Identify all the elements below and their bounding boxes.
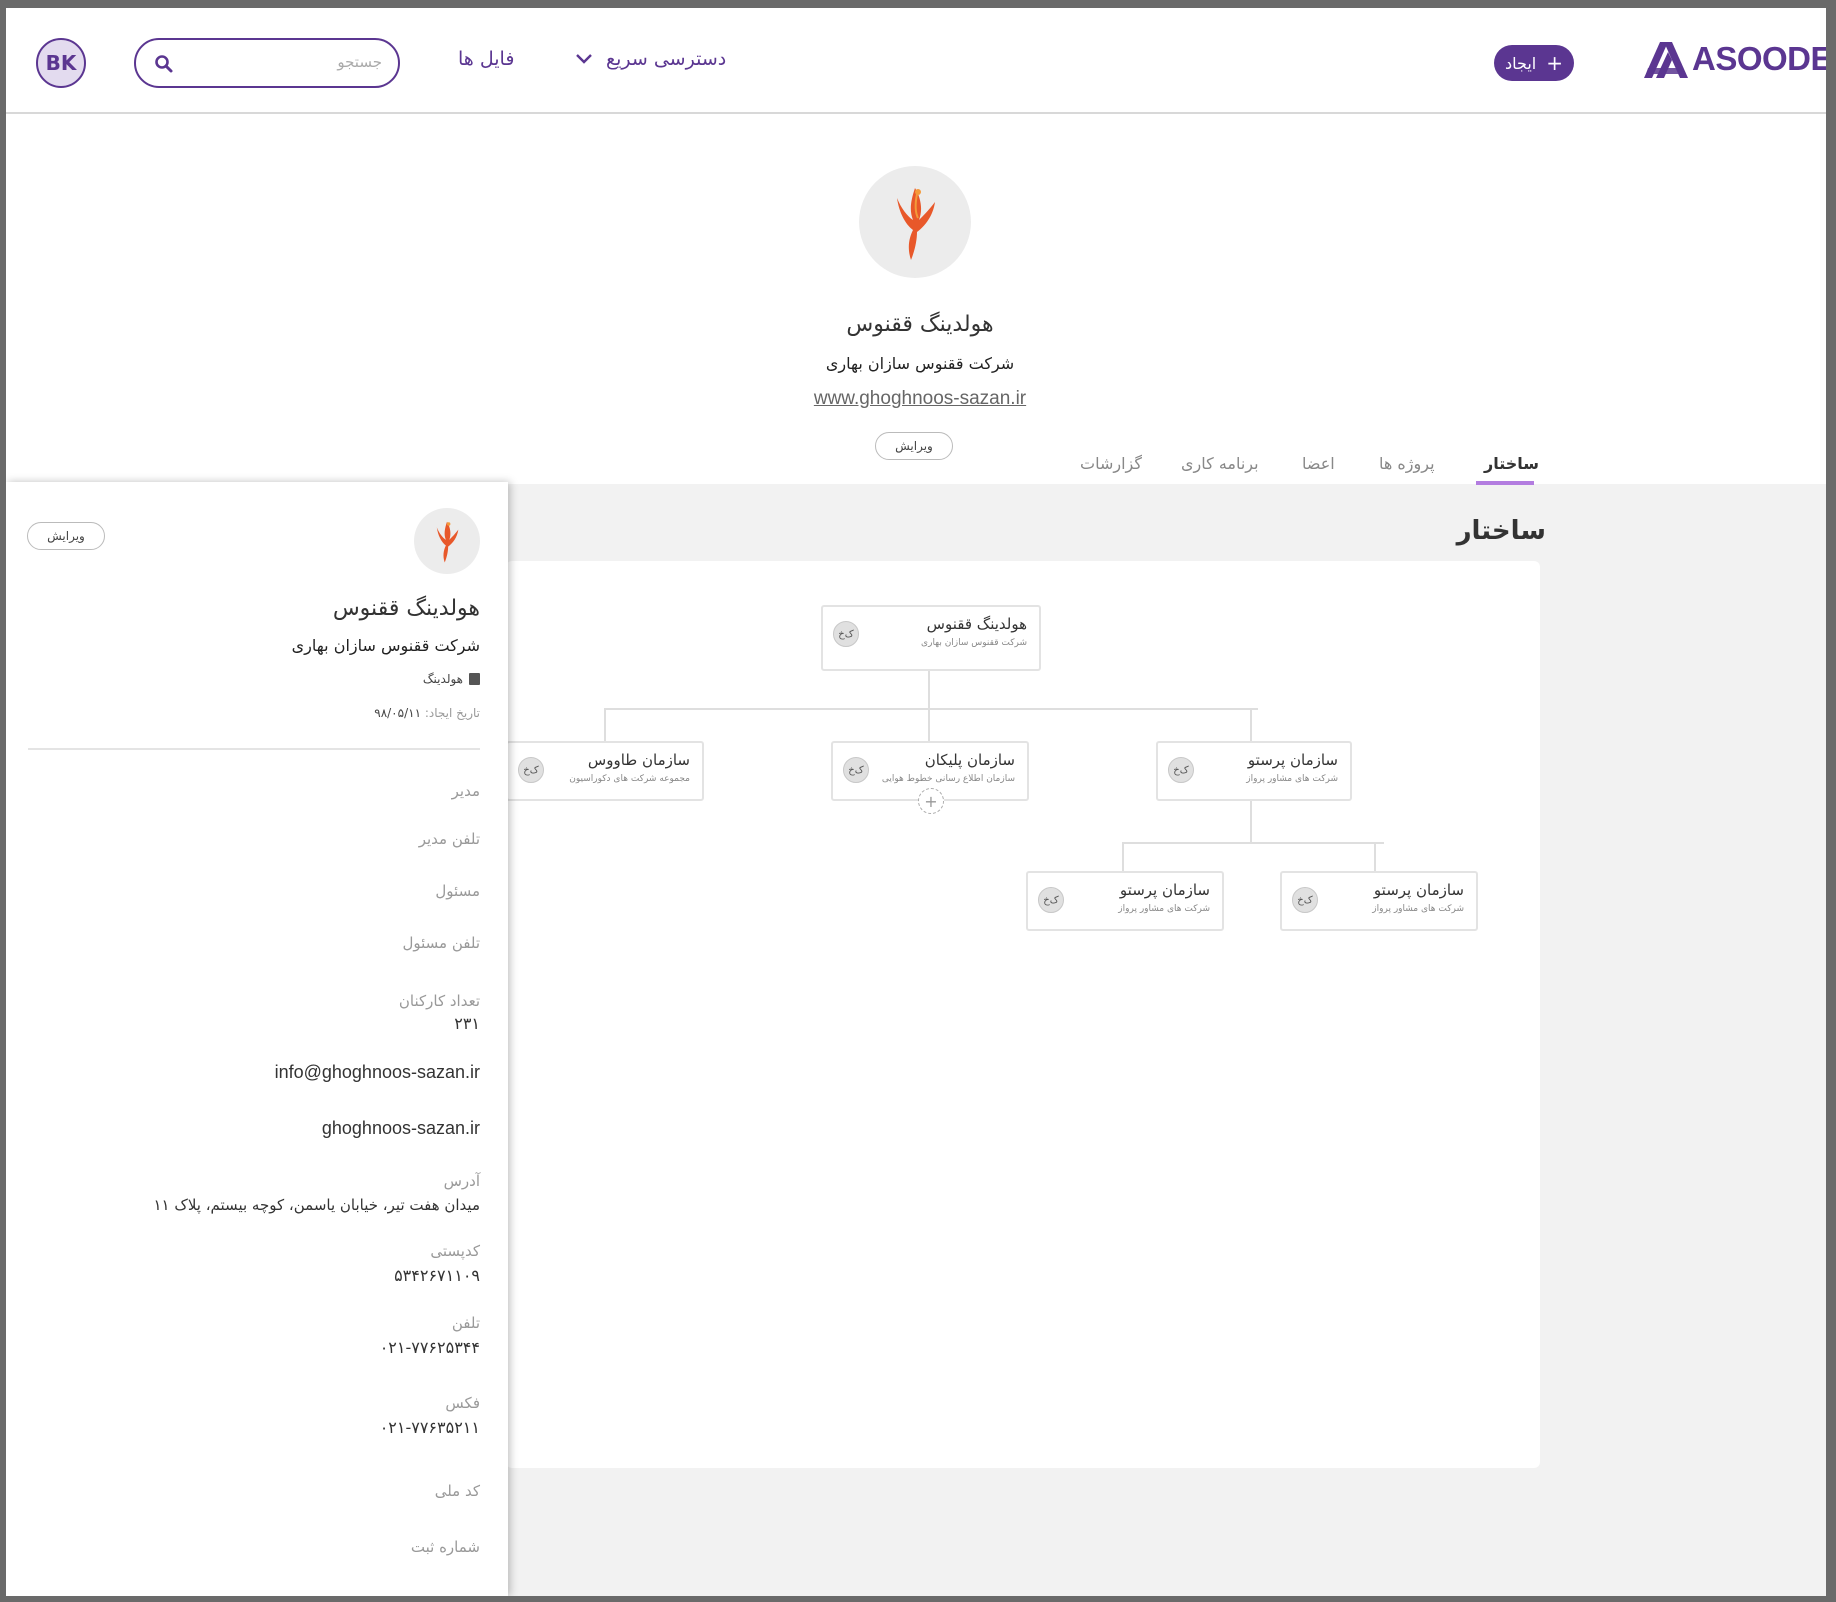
- node-badge[interactable]: ک‌خ: [1168, 757, 1194, 783]
- panel-website[interactable]: ghoghnoos-sazan.ir: [322, 1118, 480, 1139]
- node-title: سازمان طاووس: [587, 751, 690, 769]
- connector-line: [1122, 842, 1384, 844]
- add-child-plus-icon[interactable]: +: [918, 788, 944, 814]
- postal-code-value: ۵۳۴۲۶۷۱۱۰۹: [394, 1266, 480, 1285]
- panel-title: هولدینگ ققنوس: [332, 596, 480, 621]
- connector-line: [928, 670, 930, 710]
- node-badge[interactable]: ک‌خ: [1292, 887, 1318, 913]
- fax-value: ۰۲۱-۷۷۶۳۵۲۱۱: [379, 1418, 480, 1437]
- panel-type: هولدینگ: [423, 672, 480, 686]
- node-subtitle: مجموعه شرکت های دکوراسیون: [569, 774, 690, 784]
- node-title: هولدینگ ققنوس: [926, 615, 1027, 633]
- created-date-value: ۹۸/۰۵/۱۱: [374, 706, 422, 720]
- responsible-label: مسئول: [435, 882, 480, 900]
- app-window: BK جستجو فایل ها دسترسی سریع ایجاد + ASO…: [6, 8, 1826, 1596]
- edit-details-button[interactable]: ویرایش: [27, 522, 105, 550]
- node-badge[interactable]: ک‌خ: [833, 621, 859, 647]
- nav-quick-access-dropdown[interactable]: دسترسی سریع: [574, 48, 726, 70]
- building-icon: [469, 673, 480, 685]
- top-bar: BK جستجو فایل ها دسترسی سریع ایجاد + ASO…: [6, 8, 1826, 114]
- user-avatar[interactable]: BK: [36, 38, 86, 88]
- node-title: سازمان پرستو: [1119, 881, 1210, 899]
- node-title: سازمان پرستو: [1247, 751, 1338, 769]
- panel-divider: [28, 748, 480, 750]
- org-website-link[interactable]: www.ghoghnoos-sazan.ir: [6, 388, 1826, 410]
- connector-line: [1250, 800, 1252, 844]
- tab-work-schedule[interactable]: برنامه کاری: [1181, 454, 1259, 473]
- search-input[interactable]: جستجو: [134, 38, 400, 88]
- phoenix-icon: [436, 521, 459, 563]
- org-node-root[interactable]: هولدینگ ققنوس شرکت ققنوس سازان بهاری ک‌خ: [821, 605, 1041, 671]
- create-label: ایجاد: [1505, 53, 1537, 73]
- org-title: هولدینگ ققنوس: [846, 312, 994, 337]
- edit-profile-button[interactable]: ویرایش: [875, 432, 953, 460]
- panel-created-date: تاریخ ایجاد: ۹۸/۰۵/۱۱: [374, 706, 480, 720]
- create-button[interactable]: ایجاد +: [1494, 45, 1574, 81]
- employees-value: ۲۳۱: [454, 1014, 480, 1033]
- node-badge[interactable]: ک‌خ: [518, 757, 544, 783]
- panel-org-logo: [414, 508, 480, 574]
- address-value: میدان هفت تیر، خیابان یاسمن، کوچه بیستم،…: [153, 1196, 481, 1214]
- phone-label: تلفن: [451, 1314, 480, 1332]
- node-subtitle: شرکت های مشاور پرواز: [1118, 904, 1210, 914]
- node-badge[interactable]: ک‌خ: [1038, 887, 1064, 913]
- phone-value: ۰۲۱-۷۷۶۲۵۳۴۴: [379, 1338, 480, 1357]
- org-node-tavoos[interactable]: سازمان طاووس مجموعه شرکت های دکوراسیون ک…: [506, 741, 704, 801]
- logo-text: ASOODE: [1692, 40, 1826, 77]
- manager-phone-label: تلفن مدیر: [418, 830, 480, 848]
- panel-type-label: هولدینگ: [422, 672, 463, 686]
- node-title: سازمان پرستو: [1373, 881, 1464, 899]
- tab-projects[interactable]: پروژه ها: [1379, 454, 1435, 473]
- created-date-label: تاریخ ایجاد:: [424, 706, 480, 720]
- fax-label: فکس: [445, 1394, 480, 1412]
- structure-heading: ساختار: [1456, 516, 1546, 546]
- chevron-down-icon: [576, 54, 592, 64]
- phoenix-icon: [897, 188, 935, 260]
- tab-reports[interactable]: گزارشات: [1080, 454, 1142, 473]
- plus-icon: +: [1546, 51, 1563, 75]
- nav-files-link[interactable]: فایل ها: [458, 48, 514, 70]
- panel-subtitle: شرکت ققنوس سازان بهاری: [291, 636, 480, 655]
- active-tab-indicator: [1476, 481, 1534, 485]
- org-logo: [859, 166, 971, 278]
- search-placeholder: جستجو: [337, 53, 382, 71]
- org-node-parasto[interactable]: سازمان پرستو شرکت های مشاور پرواز ک‌خ: [1156, 741, 1352, 801]
- org-chart-card: [506, 561, 1540, 1468]
- address-label: آدرس: [443, 1172, 480, 1190]
- profile-header: هولدینگ ققنوس شرکت ققنوس سازان بهاری www…: [6, 114, 1826, 485]
- nav-quick-access-label: دسترسی سریع: [606, 48, 727, 70]
- panel-email[interactable]: info@ghoghnoos-sazan.ir: [275, 1062, 480, 1083]
- tab-structure[interactable]: ساختار: [1484, 454, 1539, 473]
- org-details-panel: ویرایش هولدینگ ققنوس شرکت ققنوس سازان به…: [6, 482, 508, 1596]
- responsible-phone-label: تلفن مسئول: [402, 934, 480, 952]
- registration-number-label: شماره ثبت: [410, 1538, 480, 1556]
- node-title: سازمان پلیکان: [924, 751, 1015, 769]
- search-icon[interactable]: [154, 54, 174, 74]
- tab-members[interactable]: اعضا: [1302, 454, 1335, 473]
- org-node-parasto-child-1[interactable]: سازمان پرستو شرکت های مشاور پرواز ک‌خ: [1026, 871, 1224, 931]
- node-subtitle: شرکت ققنوس سازان بهاری: [921, 638, 1027, 648]
- asoode-logo[interactable]: ASOODE: [1642, 38, 1826, 80]
- org-node-parasto-child-2[interactable]: سازمان پرستو شرکت های مشاور پرواز ک‌خ: [1280, 871, 1478, 931]
- connector-line: [604, 708, 1258, 710]
- national-id-label: کد ملی: [434, 1482, 480, 1500]
- logo-mark-icon: [1644, 42, 1688, 78]
- employees-label: تعداد کارکنان: [398, 992, 480, 1010]
- node-subtitle: سازمان اطلاع رسانی خطوط هوایی: [881, 774, 1015, 784]
- node-badge[interactable]: ک‌خ: [843, 757, 869, 783]
- manager-label: مدیر: [451, 782, 480, 800]
- node-subtitle: شرکت های مشاور پرواز: [1372, 904, 1464, 914]
- postal-code-label: کدپستی: [430, 1242, 480, 1260]
- node-subtitle: شرکت های مشاور پرواز: [1246, 774, 1338, 784]
- org-subtitle: شرکت ققنوس سازان بهاری: [825, 354, 1015, 373]
